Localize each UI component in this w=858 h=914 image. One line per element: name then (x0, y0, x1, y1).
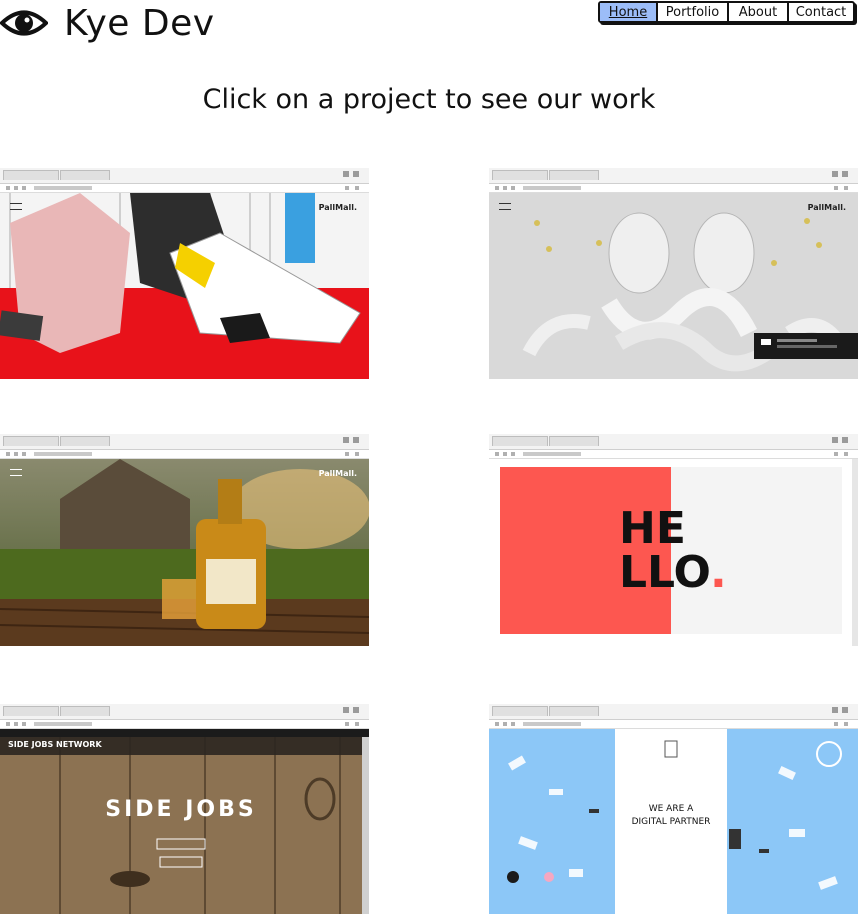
hello-heading: HE LLO. (619, 507, 727, 595)
nav-about[interactable]: About (729, 3, 789, 21)
eye-icon (0, 0, 48, 46)
logo[interactable]: Kye Dev (0, 0, 215, 46)
hello-line-1: HE (619, 503, 686, 554)
hello-line-2: LLO. (619, 547, 727, 598)
browser-address-bar (489, 450, 858, 459)
partner-heading: WE ARE A DIGITAL PARTNER (615, 803, 727, 829)
brand-label: PallMall. (807, 203, 846, 212)
page-headline: Click on a project to see our work (202, 84, 656, 115)
menu-icon (10, 469, 22, 476)
browser-tab-bar (0, 704, 369, 720)
project-thumbnail-digital-partner[interactable]: WE ARE A DIGITAL PARTNER (489, 704, 858, 914)
partner-line-1: WE ARE A (648, 804, 694, 814)
hero-title: SIDE JOBS (105, 797, 257, 822)
project-screenshot: SIDE JOBS NETWORK SIDE JOBS (0, 729, 369, 914)
browser-tab-bar (0, 168, 369, 184)
partner-line-2: DIGITAL PARTNER (631, 817, 711, 827)
menu-icon (10, 203, 22, 210)
project-thumbnail-side-jobs[interactable]: SIDE JOBS NETWORK SIDE JOBS (0, 704, 369, 914)
browser-address-bar (489, 184, 858, 193)
browser-address-bar (0, 720, 369, 729)
browser-tab-bar (489, 704, 858, 720)
site-title: SIDE JOBS NETWORK (8, 740, 102, 749)
project-thumbnail-pallmall-illustration[interactable]: PallMall. (0, 168, 369, 379)
project-screenshot: WE ARE A DIGITAL PARTNER (489, 729, 858, 914)
browser-address-bar (0, 184, 369, 193)
nav-home[interactable]: Home (600, 3, 658, 21)
nav-portfolio[interactable]: Portfolio (658, 3, 729, 21)
brand-label: PallMall. (318, 469, 357, 478)
browser-address-bar (0, 450, 369, 459)
project-thumbnail-pallmall-sculpture[interactable]: PallMall. (489, 168, 858, 379)
logo-text: Kye Dev (64, 2, 215, 44)
project-thumbnail-hello-agency[interactable]: HE LLO. (489, 434, 858, 646)
browser-tab-bar (0, 434, 369, 450)
project-screenshot: PallMall. (0, 193, 369, 379)
nav-contact[interactable]: Contact (789, 3, 853, 21)
project-screenshot: PallMall. (489, 193, 858, 379)
browser-tab-bar (489, 168, 858, 184)
menu-icon (499, 203, 511, 210)
project-screenshot: HE LLO. (489, 459, 858, 646)
browser-tab-bar (489, 434, 858, 450)
project-screenshot: PallMall. (0, 459, 369, 646)
browser-address-bar (489, 720, 858, 729)
main-nav: Home Portfolio About Contact (598, 1, 855, 23)
project-thumbnail-pallmall-honey[interactable]: PallMall. (0, 434, 369, 646)
brand-label: PallMall. (318, 203, 357, 212)
